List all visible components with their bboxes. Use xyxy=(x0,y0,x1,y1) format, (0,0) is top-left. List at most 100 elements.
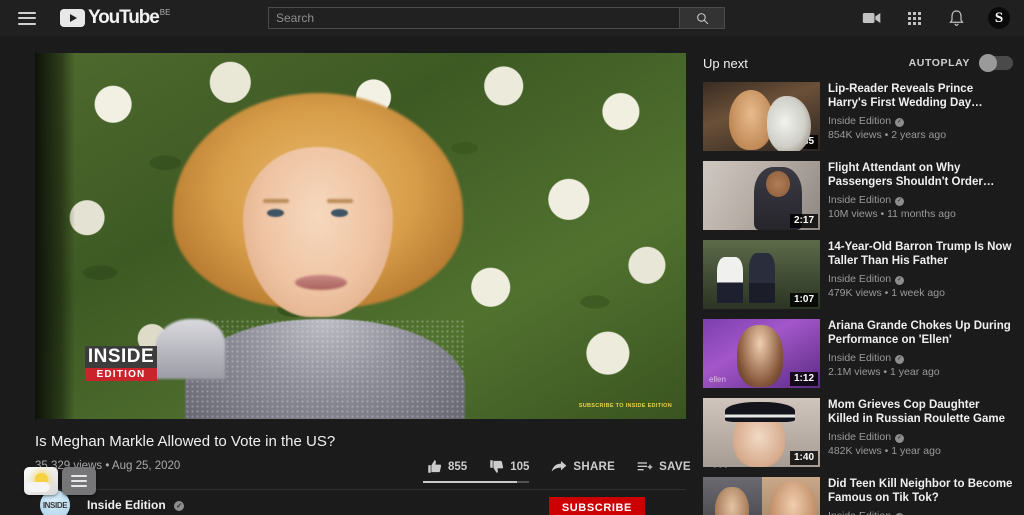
video-duration-badge: 2:17 xyxy=(789,214,818,228)
youtube-logo[interactable]: YouTube BE xyxy=(60,7,170,29)
thumbnail-show-label: ellen xyxy=(709,375,726,384)
video-camera-icon xyxy=(862,13,881,23)
verified-badge-icon: ✓ xyxy=(174,501,185,511)
up-next-title: Up next xyxy=(703,55,748,71)
search-input[interactable] xyxy=(268,7,679,29)
subscribe-overlay-text: SUBSCRIBE TO INSIDE EDITION xyxy=(578,403,672,409)
video-player[interactable]: INSIDE EDITION SUBSCRIBE TO INSIDE EDITI… xyxy=(35,53,686,419)
recommended-video-item[interactable]: 1:07 14-Year-Old Barron Trump Is Now Tall… xyxy=(703,240,1013,309)
thumbs-up-icon xyxy=(428,460,442,473)
video-channel-name: Inside Edition xyxy=(828,273,892,285)
verified-badge-icon: ✓ xyxy=(895,196,905,206)
subject-brow-right xyxy=(327,199,353,203)
video-channel: Inside Edition✓ xyxy=(828,272,1013,286)
create-video-button[interactable] xyxy=(862,8,882,28)
dislike-button[interactable]: 105 xyxy=(489,459,529,474)
video-title: 14-Year-Old Barron Trump Is Now Taller T… xyxy=(828,241,1012,267)
up-next-sidebar: Up next AUTOPLAY 1:35 Lip-Reader Reveals … xyxy=(703,53,1013,515)
autoplay-toggle-knob xyxy=(979,54,997,72)
video-channel-name: Inside Edition xyxy=(828,431,892,443)
subject-brow-left xyxy=(263,199,289,203)
like-dislike-ratio-bar xyxy=(423,481,529,483)
video-thumbnail[interactable]: ellen 1:12 xyxy=(703,319,820,388)
video-channel: Inside Edition✓ xyxy=(828,509,1013,515)
video-title: Did Teen Kill Neighbor to Become Famous … xyxy=(828,478,1013,504)
recommended-video-item[interactable]: Did Teen Kill Neighbor to Become Famous … xyxy=(703,477,1013,515)
video-thumbnail[interactable]: 1:35 xyxy=(703,82,820,151)
bell-icon xyxy=(948,9,964,26)
video-channel-name: Inside Edition xyxy=(828,352,892,364)
share-label: SHARE xyxy=(573,460,616,473)
subscribe-button[interactable]: SUBSCRIBE xyxy=(548,497,645,515)
widget-menu-button[interactable] xyxy=(62,467,96,495)
search-bar xyxy=(268,7,725,29)
channel-name[interactable]: Inside Edition ✓ xyxy=(87,498,185,512)
up-next-header: Up next AUTOPLAY xyxy=(703,53,1013,73)
inside-edition-watermark: INSIDE EDITION xyxy=(85,346,157,381)
verified-badge-icon: ✓ xyxy=(895,117,905,127)
video-meta: 2.1M views • 1 year ago xyxy=(828,366,940,378)
video-thumbnail[interactable]: 1:40 xyxy=(703,398,820,467)
video-meta: 10M views • 11 months ago xyxy=(828,208,956,220)
video-title: Flight Attendant on Why Passengers Shoul… xyxy=(828,162,995,188)
youtube-logo-text: YouTube xyxy=(88,7,160,28)
video-thumbnail[interactable]: 1:07 xyxy=(703,240,820,309)
video-title: Mom Grieves Cop Daughter Killed in Russi… xyxy=(828,399,1006,425)
video-duration-badge: 1:35 xyxy=(789,135,818,149)
subject-dress xyxy=(185,319,465,419)
video-channel: Inside Edition✓ xyxy=(828,351,1013,365)
verified-badge-icon: ✓ xyxy=(895,354,905,364)
recommended-video-item[interactable]: 1:40 Mom Grieves Cop Daughter Killed in R… xyxy=(703,398,1013,467)
autoplay-toggle[interactable] xyxy=(979,54,1013,72)
video-meta: 479K views • 1 week ago xyxy=(828,287,945,299)
share-button[interactable]: SHARE xyxy=(551,460,615,474)
save-label: SAVE xyxy=(659,460,691,473)
video-meta: 482K views • 1 year ago xyxy=(828,445,941,457)
video-meta: 854K views • 2 years ago xyxy=(828,129,947,141)
video-channel: Inside Edition✓ xyxy=(828,193,1013,207)
video-duration-badge: 1:40 xyxy=(789,451,818,465)
apps-button[interactable] xyxy=(904,8,924,28)
video-subject-person xyxy=(155,89,485,419)
video-thumbnail[interactable] xyxy=(703,477,820,515)
search-button[interactable] xyxy=(679,7,725,29)
verified-badge-icon: ✓ xyxy=(895,433,905,443)
recommended-video-item[interactable]: 2:17 Flight Attendant on Why Passengers S… xyxy=(703,161,1013,230)
apps-grid-icon xyxy=(907,11,921,25)
autoplay-label: AUTOPLAY xyxy=(908,57,970,69)
video-duration-badge: 1:12 xyxy=(789,372,818,386)
recommended-videos-list: 1:35 Lip-Reader Reveals Prince Harry's Fi… xyxy=(703,82,1013,515)
weather-widget[interactable] xyxy=(24,467,58,495)
video-title: Ariana Grande Chokes Up During Performan… xyxy=(828,320,1011,346)
verified-badge-icon: ✓ xyxy=(895,275,905,285)
video-title: Is Meghan Markle Allowed to Vote in the … xyxy=(35,433,336,450)
video-channel-name: Inside Edition xyxy=(828,194,892,206)
youtube-country-code: BE xyxy=(159,8,171,17)
video-info: 14-Year-Old Barron Trump Is Now Taller T… xyxy=(828,240,1013,309)
thumbs-down-icon xyxy=(490,460,504,473)
hamburger-menu-icon[interactable] xyxy=(18,11,36,25)
video-thumbnail[interactable]: 2:17 xyxy=(703,161,820,230)
subject-shoulder xyxy=(155,319,225,379)
video-channel-name: Inside Edition xyxy=(828,115,892,127)
dislike-count: 105 xyxy=(510,460,530,473)
video-info: Lip-Reader Reveals Prince Harry's First … xyxy=(828,82,1013,151)
header-actions: S xyxy=(862,0,1010,36)
channel-name-text: Inside Edition xyxy=(87,498,166,512)
subject-eye-left xyxy=(267,209,284,217)
user-avatar[interactable]: S xyxy=(988,7,1010,29)
share-arrow-icon xyxy=(552,460,567,472)
like-button[interactable]: 855 xyxy=(427,459,467,474)
recommended-video-item[interactable]: 1:35 Lip-Reader Reveals Prince Harry's Fi… xyxy=(703,82,1013,151)
save-button[interactable]: SAVE xyxy=(637,460,691,474)
like-ratio-fill xyxy=(423,481,518,483)
content-divider xyxy=(35,489,686,490)
channel-row: INSIDE Inside Edition ✓ SUBSCRIBE xyxy=(35,490,686,515)
video-shadow-left xyxy=(35,53,75,419)
video-info: Did Teen Kill Neighbor to Become Famous … xyxy=(828,477,1013,515)
recommended-video-item[interactable]: ellen 1:12 Ariana Grande Chokes Up During … xyxy=(703,319,1013,388)
video-duration-badge: 1:07 xyxy=(789,293,818,307)
search-icon xyxy=(696,12,708,24)
notifications-button[interactable] xyxy=(946,8,966,28)
video-info: Flight Attendant on Why Passengers Shoul… xyxy=(828,161,1013,230)
